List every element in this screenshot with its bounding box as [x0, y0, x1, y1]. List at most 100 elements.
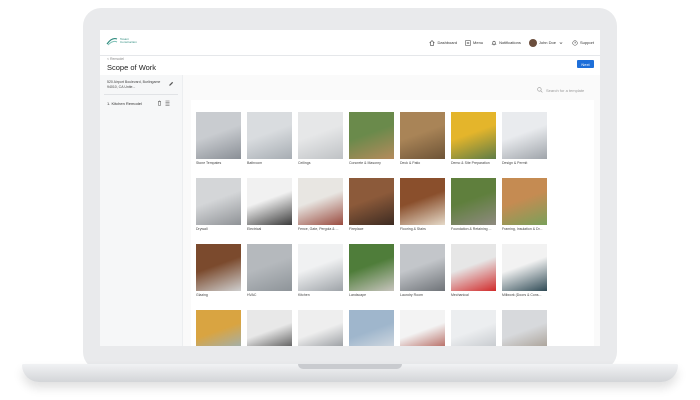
template-thumbnail: [298, 178, 343, 225]
template-card[interactable]: [247, 310, 292, 346]
template-label: Fence, Gate, Pergola & ...: [298, 227, 339, 231]
nav-notifications-label: Notifications: [499, 40, 521, 45]
main-content: Search for a template Stone Tempates Bath…: [183, 75, 600, 346]
template-card[interactable]: Millwork (Doors & Cons...: [502, 244, 547, 302]
user-menu[interactable]: John Doe: [528, 38, 564, 47]
template-card[interactable]: Fence, Gate, Pergola & ...: [298, 178, 343, 236]
template-card[interactable]: Bathroom: [247, 112, 292, 170]
template-card[interactable]: Stone Tempates: [196, 112, 241, 170]
template-card[interactable]: Deck & Patio: [400, 112, 445, 170]
template-thumbnail: [502, 178, 547, 225]
project-address: 520 Airport Boulevard, Burlingame 94010,…: [107, 80, 161, 89]
template-grid: Stone Tempates Bathroom Ceilings Concrete &…: [191, 100, 594, 346]
header-nav: Dashboard Menu Notifications John Doe Su…: [429, 30, 594, 55]
template-label: Deck & Patio: [400, 161, 421, 165]
breadcrumb[interactable]: < Remodel: [107, 57, 124, 61]
template-thumbnail: [298, 112, 343, 159]
template-card[interactable]: [502, 310, 547, 346]
logo-mark-icon: [106, 37, 118, 46]
template-card[interactable]: [451, 310, 496, 346]
nav-notifications[interactable]: Notifications: [491, 40, 521, 46]
template-thumbnail: [349, 178, 394, 225]
template-thumbnail: [502, 310, 547, 346]
room-actions: [157, 100, 170, 106]
nav-dashboard[interactable]: Dashboard: [429, 39, 458, 46]
menu-icon: [465, 39, 471, 46]
template-thumbnail: [196, 310, 241, 346]
template-card[interactable]: Laundry Room: [400, 244, 445, 302]
template-label: Design & Permit: [502, 161, 528, 165]
company-logo[interactable]: Tosani Construction: [106, 36, 137, 46]
template-card[interactable]: Fireplace: [349, 178, 394, 236]
template-thumbnail: [451, 178, 496, 225]
nav-dashboard-label: Dashboard: [437, 40, 458, 45]
template-label: Landscape: [349, 293, 367, 297]
template-thumbnail: [247, 244, 292, 291]
template-label: Concrete & Masonry: [349, 161, 381, 165]
template-card[interactable]: Flooring & Stairs: [400, 178, 445, 236]
search-input[interactable]: Search for a template: [546, 88, 584, 93]
logo-text-line2: Construction: [120, 40, 137, 44]
user-name: John Doe: [538, 40, 556, 45]
template-thumbnail: [247, 112, 292, 159]
template-card[interactable]: Kitchen: [298, 244, 343, 302]
template-thumbnail: [400, 178, 445, 225]
breadcrumb-back-link[interactable]: < Remodel: [107, 57, 124, 61]
template-card[interactable]: HVAC: [247, 244, 292, 302]
avatar: [528, 38, 537, 47]
template-label: Stone Tempates: [196, 161, 222, 165]
sidebar-item-room[interactable]: 1. Kitchen Remodel: [107, 101, 142, 106]
template-thumbnail: [349, 244, 394, 291]
grid-icon[interactable]: [165, 100, 170, 106]
template-search[interactable]: Search for a template: [537, 87, 584, 93]
app-screen: Tosani Construction Dashboard Menu Notif…: [100, 30, 600, 346]
template-thumbnail: [196, 178, 241, 225]
template-label: Flooring & Stairs: [400, 227, 426, 231]
template-label: Mechanical: [451, 293, 469, 297]
template-thumbnail: [502, 112, 547, 159]
template-card[interactable]: Demo & Site Preparation: [451, 112, 496, 170]
template-card[interactable]: Mechanical: [451, 244, 496, 302]
template-thumbnail: [298, 310, 343, 346]
template-card[interactable]: Foundation & Retaining ...: [451, 178, 496, 236]
next-button[interactable]: Next: [577, 60, 594, 68]
template-thumbnail: [451, 244, 496, 291]
template-label: Fireplace: [349, 227, 364, 231]
sidebar: 520 Airport Boulevard, Burlingame 94010,…: [100, 75, 183, 346]
search-icon: [537, 87, 543, 93]
template-card[interactable]: Concrete & Masonry: [349, 112, 394, 170]
trash-icon[interactable]: [157, 100, 162, 106]
pencil-icon[interactable]: [168, 81, 174, 87]
template-thumbnail: [400, 244, 445, 291]
template-label: Drywall: [196, 227, 208, 231]
template-card[interactable]: [400, 310, 445, 346]
template-card[interactable]: Ceilings: [298, 112, 343, 170]
template-label: Electrical: [247, 227, 262, 231]
sidebar-divider: [104, 94, 178, 95]
template-card[interactable]: Drywall: [196, 178, 241, 236]
template-thumbnail: [400, 112, 445, 159]
template-thumbnail: [349, 310, 394, 346]
template-card[interactable]: [349, 310, 394, 346]
template-thumbnail: [247, 178, 292, 225]
template-card[interactable]: Landscape: [349, 244, 394, 302]
template-label: Laundry Room: [400, 293, 423, 297]
bell-icon: [491, 40, 497, 45]
template-thumbnail: [196, 112, 241, 159]
template-card[interactable]: [196, 310, 241, 346]
template-card[interactable]: Glazing: [196, 244, 241, 302]
template-thumbnail: [451, 310, 496, 346]
template-thumbnail: [502, 244, 547, 291]
template-label: Bathroom: [247, 161, 263, 165]
chevron-down-icon: [559, 41, 563, 44]
nav-menu[interactable]: Menu: [465, 39, 484, 46]
template-label: Demo & Site Preparation: [451, 161, 490, 165]
template-card[interactable]: [298, 310, 343, 346]
nav-support[interactable]: Support: [572, 39, 594, 46]
template-card[interactable]: Framing, Insulation & Dr...: [502, 178, 547, 236]
nav-menu-label: Menu: [473, 40, 484, 45]
template-thumbnail: [298, 244, 343, 291]
template-thumbnail: [349, 112, 394, 159]
template-card[interactable]: Electrical: [247, 178, 292, 236]
template-card[interactable]: Design & Permit: [502, 112, 547, 170]
